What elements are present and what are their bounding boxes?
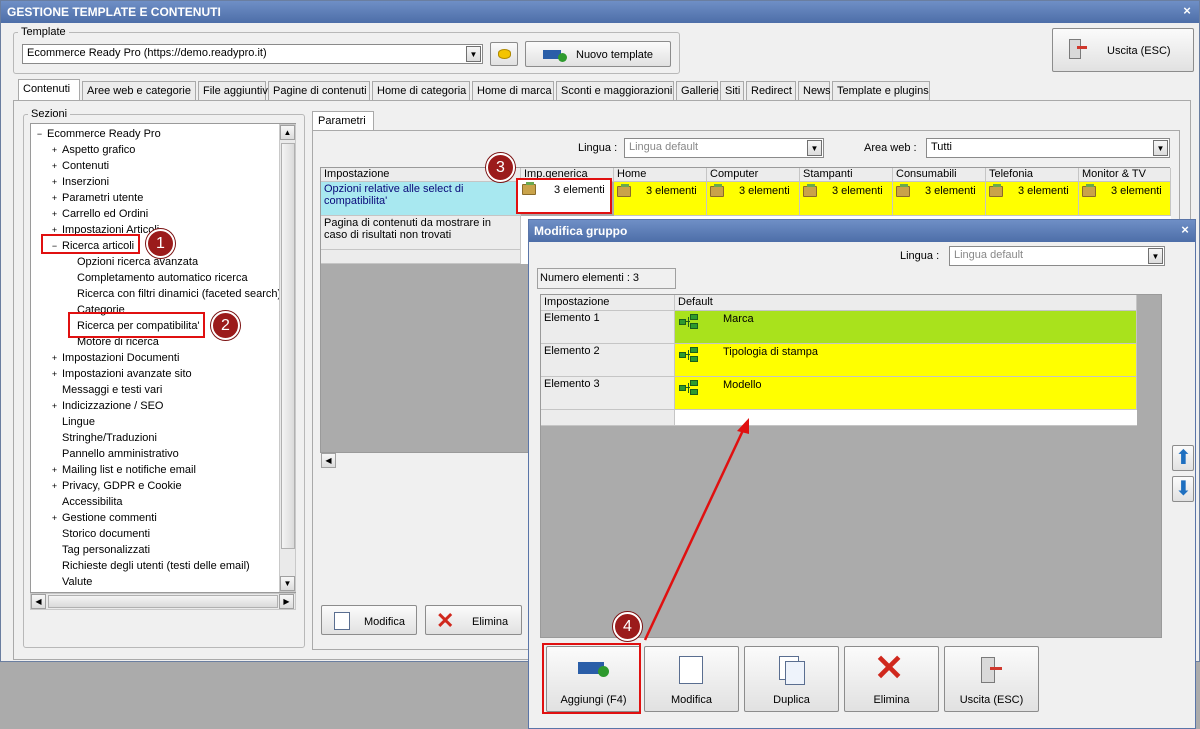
annotation-arrow (643, 418, 749, 641)
